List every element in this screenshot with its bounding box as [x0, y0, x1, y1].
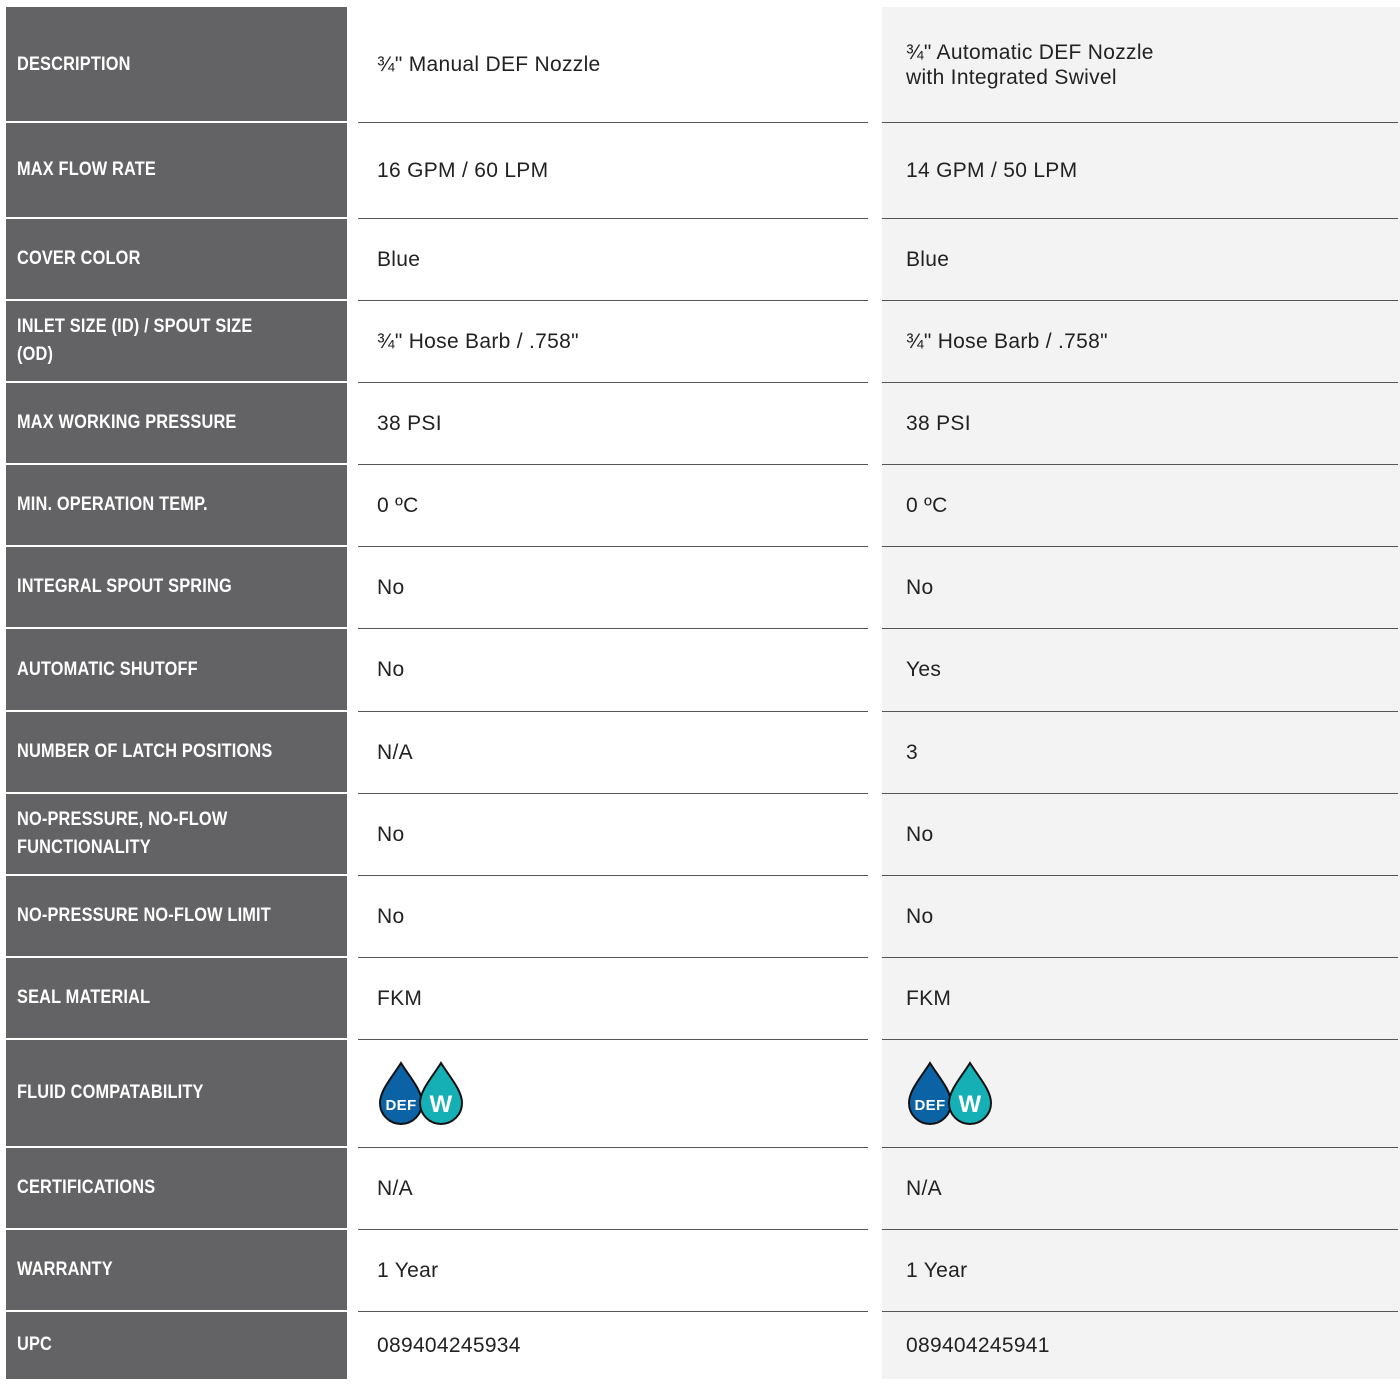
row-label: CERTIFICATIONS: [17, 1177, 156, 1198]
row-label: NUMBER OF LATCH POSITIONS: [17, 741, 273, 762]
row-label: MAX FLOW RATE: [17, 159, 156, 180]
row-label: UPC: [17, 1334, 53, 1355]
manual-nozzle-value: 0 ºC: [377, 493, 419, 517]
row-label: WARRANTY: [17, 1259, 113, 1280]
automatic-nozzle-value: ¾" Automatic DEF Nozzle with Integrated …: [906, 41, 1154, 89]
automatic-nozzle-value: 14 GPM / 50 LPM: [906, 158, 1078, 182]
manual-nozzle-value: 089404245934: [377, 1333, 521, 1357]
row-label: NO-PRESSURE NO-FLOW LIMIT: [17, 905, 271, 926]
manual-nozzle-value: No: [377, 658, 405, 681]
water-drop-icon: W: [947, 1061, 993, 1125]
row-label: FLUID COMPATABILITY: [17, 1082, 204, 1103]
manual-nozzle-fluid-icons: DEF W: [377, 1039, 857, 1147]
water-drop-icon: W: [418, 1061, 464, 1125]
table-row: FLUID COMPATABILITY DEF W DEF W: [0, 1039, 1400, 1147]
row-label: INLET SIZE (ID) / SPOUT SIZE (OD): [17, 316, 253, 365]
spec-comparison-table: DESCRIPTION ¾" Manual DEF Nozzle ¾" Automa…: [0, 0, 1400, 1386]
manual-nozzle-value: 1 Year: [377, 1258, 439, 1282]
automatic-nozzle-value: N/A: [906, 1176, 942, 1200]
table-row: AUTOMATIC SHUTOFF No Yes: [0, 628, 1400, 711]
svg-text:DEF: DEF: [386, 1097, 417, 1114]
svg-text:W: W: [959, 1091, 982, 1118]
automatic-nozzle-value: 089404245941: [906, 1333, 1050, 1357]
row-label: AUTOMATIC SHUTOFF: [17, 658, 198, 680]
automatic-nozzle-value: Yes: [906, 658, 942, 681]
row-label: DESCRIPTION: [17, 53, 131, 75]
table-row: INLET SIZE (ID) / SPOUT SIZE (OD) ¾" Hose…: [0, 300, 1400, 382]
manual-nozzle-value: N/A: [377, 740, 413, 764]
row-label: COVER COLOR: [17, 248, 141, 269]
table-row: WARRANTY 1 Year 1 Year: [0, 1229, 1400, 1311]
table-row: NO-PRESSURE, NO-FLOW FUNCTIONALITY No No: [0, 793, 1400, 875]
row-label: INTEGRAL SPOUT SPRING: [17, 576, 232, 597]
svg-text:DEF: DEF: [915, 1097, 946, 1114]
automatic-nozzle-value: Blue: [906, 247, 950, 271]
table-row: MIN. OPERATION TEMP. 0 ºC 0 ºC: [0, 464, 1400, 546]
row-label: NO-PRESSURE, NO-FLOW FUNCTIONALITY: [17, 809, 228, 858]
table-row: INTEGRAL SPOUT SPRING No No: [0, 546, 1400, 628]
row-label: MAX WORKING PRESSURE: [17, 412, 237, 433]
manual-nozzle-value: 38 PSI: [377, 411, 442, 435]
manual-nozzle-value: No: [377, 575, 405, 599]
manual-nozzle-value: 16 GPM / 60 LPM: [377, 158, 549, 182]
row-label: MIN. OPERATION TEMP.: [17, 494, 208, 515]
table-row: MAX FLOW RATE 16 GPM / 60 LPM 14 GPM / 50 …: [0, 122, 1400, 218]
table-row: SEAL MATERIAL FKM FKM: [0, 957, 1400, 1039]
manual-nozzle-value: FKM: [377, 986, 423, 1010]
table-row: MAX WORKING PRESSURE 38 PSI 38 PSI: [0, 382, 1400, 464]
manual-nozzle-value: ¾" Manual DEF Nozzle: [377, 53, 601, 76]
automatic-nozzle-value: FKM: [906, 986, 952, 1010]
manual-nozzle-value: Blue: [377, 247, 421, 271]
table-row: NO-PRESSURE NO-FLOW LIMIT No No: [0, 875, 1400, 957]
manual-nozzle-value: No: [377, 822, 405, 846]
manual-nozzle-value: N/A: [377, 1176, 413, 1200]
automatic-nozzle-value: No: [906, 575, 934, 599]
automatic-nozzle-fluid-icons: DEF W: [906, 1039, 1386, 1147]
automatic-nozzle-value: 1 Year: [906, 1258, 968, 1282]
table-row: UPC 089404245934 089404245941: [0, 1311, 1400, 1379]
automatic-nozzle-value: No: [906, 822, 934, 846]
table-row: COVER COLOR Blue Blue: [0, 218, 1400, 300]
automatic-nozzle-value: 3: [906, 740, 918, 764]
manual-nozzle-value: No: [377, 904, 405, 928]
automatic-nozzle-value: No: [906, 904, 934, 928]
table-row: CERTIFICATIONS N/A N/A: [0, 1147, 1400, 1229]
table-row: DESCRIPTION ¾" Manual DEF Nozzle ¾" Automa…: [0, 7, 1400, 122]
svg-text:W: W: [430, 1091, 453, 1118]
automatic-nozzle-value: 38 PSI: [906, 411, 971, 435]
automatic-nozzle-value: ¾" Hose Barb / .758": [906, 329, 1108, 353]
manual-nozzle-value: ¾" Hose Barb / .758": [377, 329, 579, 353]
automatic-nozzle-value: 0 ºC: [906, 493, 948, 517]
row-label: SEAL MATERIAL: [17, 987, 151, 1008]
table-row: NUMBER OF LATCH POSITIONS N/A 3: [0, 711, 1400, 793]
